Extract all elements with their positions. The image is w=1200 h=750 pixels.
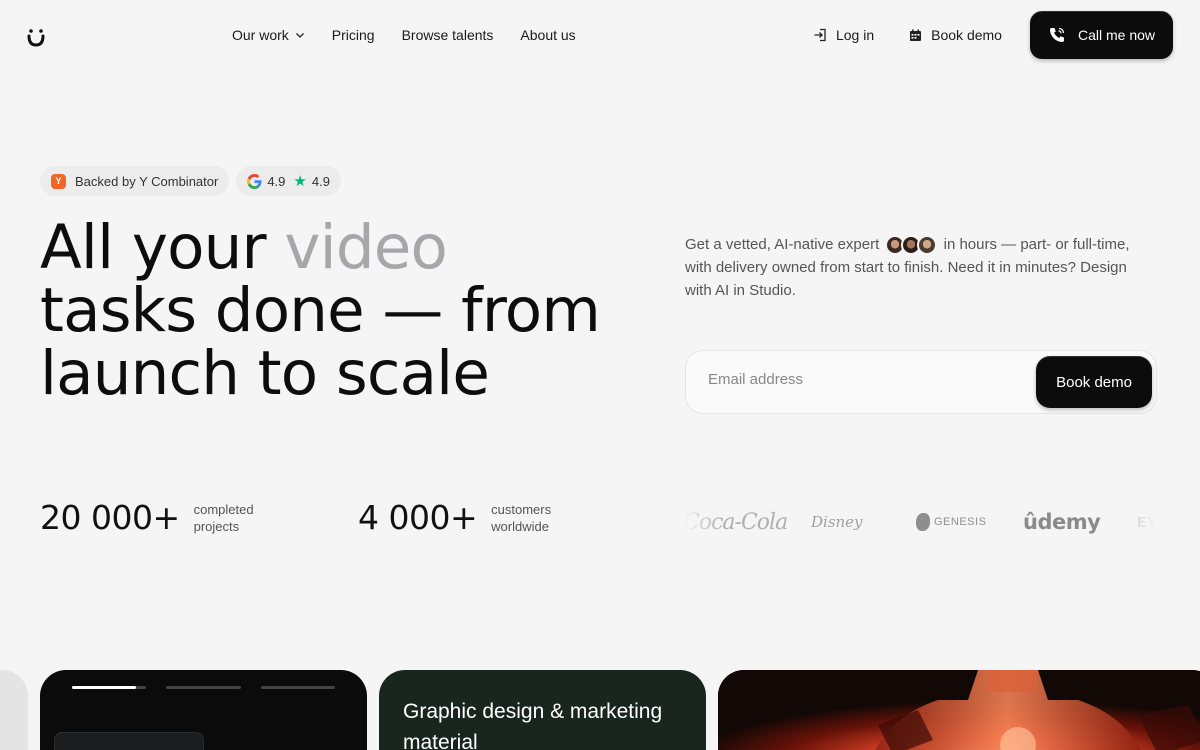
calendar-icon — [910, 29, 922, 41]
hero-desc-before: Get a vetted, AI-native expert — [685, 236, 880, 253]
logo-smile-icon[interactable] — [26, 27, 46, 47]
progress-fill — [72, 686, 136, 689]
stat-customers: 4 000+ customers worldwide — [358, 498, 571, 537]
showcase-card-prev[interactable] — [0, 670, 28, 750]
expert-avatars — [885, 235, 938, 256]
email-field[interactable] — [708, 371, 1008, 388]
yc-label: Backed by Y Combinator — [75, 173, 219, 189]
fade-right — [1117, 504, 1157, 540]
login-label: Log in — [835, 27, 875, 43]
disney-logo: Disney — [811, 513, 863, 531]
stat-projects: 20 000+ completed projects — [40, 498, 274, 537]
y-combinator-icon: Y — [51, 173, 66, 189]
stat-number: 4 000+ — [358, 498, 478, 537]
trustpilot-star-icon: ★ — [293, 173, 307, 190]
login-button[interactable]: Log in — [813, 27, 874, 43]
nav-item-about-us[interactable]: About us — [520, 26, 575, 44]
carousel-progress-active[interactable] — [72, 686, 146, 689]
hero-title-rest: tasks done — from launch to scale — [40, 275, 601, 409]
stat-label: completed projects — [193, 501, 254, 534]
book-demo-button[interactable]: Book demo — [1036, 356, 1152, 408]
showcase-card-3d[interactable] — [718, 670, 1200, 750]
showcase-card-video[interactable] — [40, 670, 367, 750]
phone-call-icon — [1049, 27, 1065, 42]
hero-title-line1: All your — [40, 212, 267, 283]
carousel-progress[interactable] — [166, 686, 241, 689]
client-logos: Coca-Cola Disney GENESIS ûdemy EY — [683, 504, 1157, 540]
nav-label: Browse talents — [401, 27, 494, 43]
nav-item-our-work[interactable]: Our work — [232, 26, 305, 44]
book-demo-label: Book demo — [931, 27, 1002, 43]
main-nav: Our work Pricing Browse talents About us — [232, 26, 603, 44]
stat-label: customers worldwide — [491, 501, 552, 534]
genesis-logo: GENESIS — [916, 504, 986, 540]
carousel-progress[interactable] — [261, 686, 335, 689]
nav-label: About us — [520, 27, 576, 43]
book-demo-link[interactable]: Book demo — [909, 27, 1002, 43]
fade-left — [683, 504, 723, 540]
trust-badges: Y Backed by Y Combinator 4.9 ★ 4.9 — [40, 166, 341, 196]
nav-item-browse-talents[interactable]: Browse talents — [402, 26, 494, 44]
trustpilot-rating: 4.9 — [311, 173, 330, 189]
showcase-card-graphic-design[interactable]: Graphic design & marketing material — [379, 670, 706, 750]
call-label: Call me now — [1077, 27, 1155, 43]
email-signup-form: Book demo — [685, 350, 1157, 414]
hero-description: Get a vetted, AI-native expert in hours … — [685, 233, 1155, 302]
nav-label: Our work — [232, 27, 289, 43]
google-rating: 4.9 — [267, 173, 286, 189]
avatar — [917, 235, 938, 256]
chevron-down-icon — [295, 33, 304, 38]
login-icon — [814, 28, 826, 42]
3d-render-image — [718, 670, 1200, 750]
nav-item-pricing[interactable]: Pricing — [332, 26, 375, 44]
hero-title-accent: video — [284, 212, 447, 283]
genesis-mark-icon — [916, 513, 930, 531]
ui-preview-panel — [54, 732, 204, 750]
call-me-now-button[interactable]: Call me now — [1029, 11, 1173, 59]
card-title: Graphic design & marketing material — [403, 700, 663, 750]
header-actions: Log in Book demo Call me now — [813, 11, 1173, 59]
google-icon — [247, 173, 262, 189]
nav-label: Pricing — [331, 27, 375, 43]
stat-number: 20 000+ — [40, 498, 180, 537]
hero-title: All your video tasks done — from launch … — [40, 216, 601, 405]
rating-badge[interactable]: 4.9 ★ 4.9 — [236, 166, 341, 196]
yc-badge[interactable]: Y Backed by Y Combinator — [40, 166, 230, 196]
udemy-logo: ûdemy — [1023, 510, 1101, 534]
site-header: Our work Pricing Browse talents About us… — [0, 0, 1200, 72]
genesis-wordmark: GENESIS — [934, 516, 987, 528]
